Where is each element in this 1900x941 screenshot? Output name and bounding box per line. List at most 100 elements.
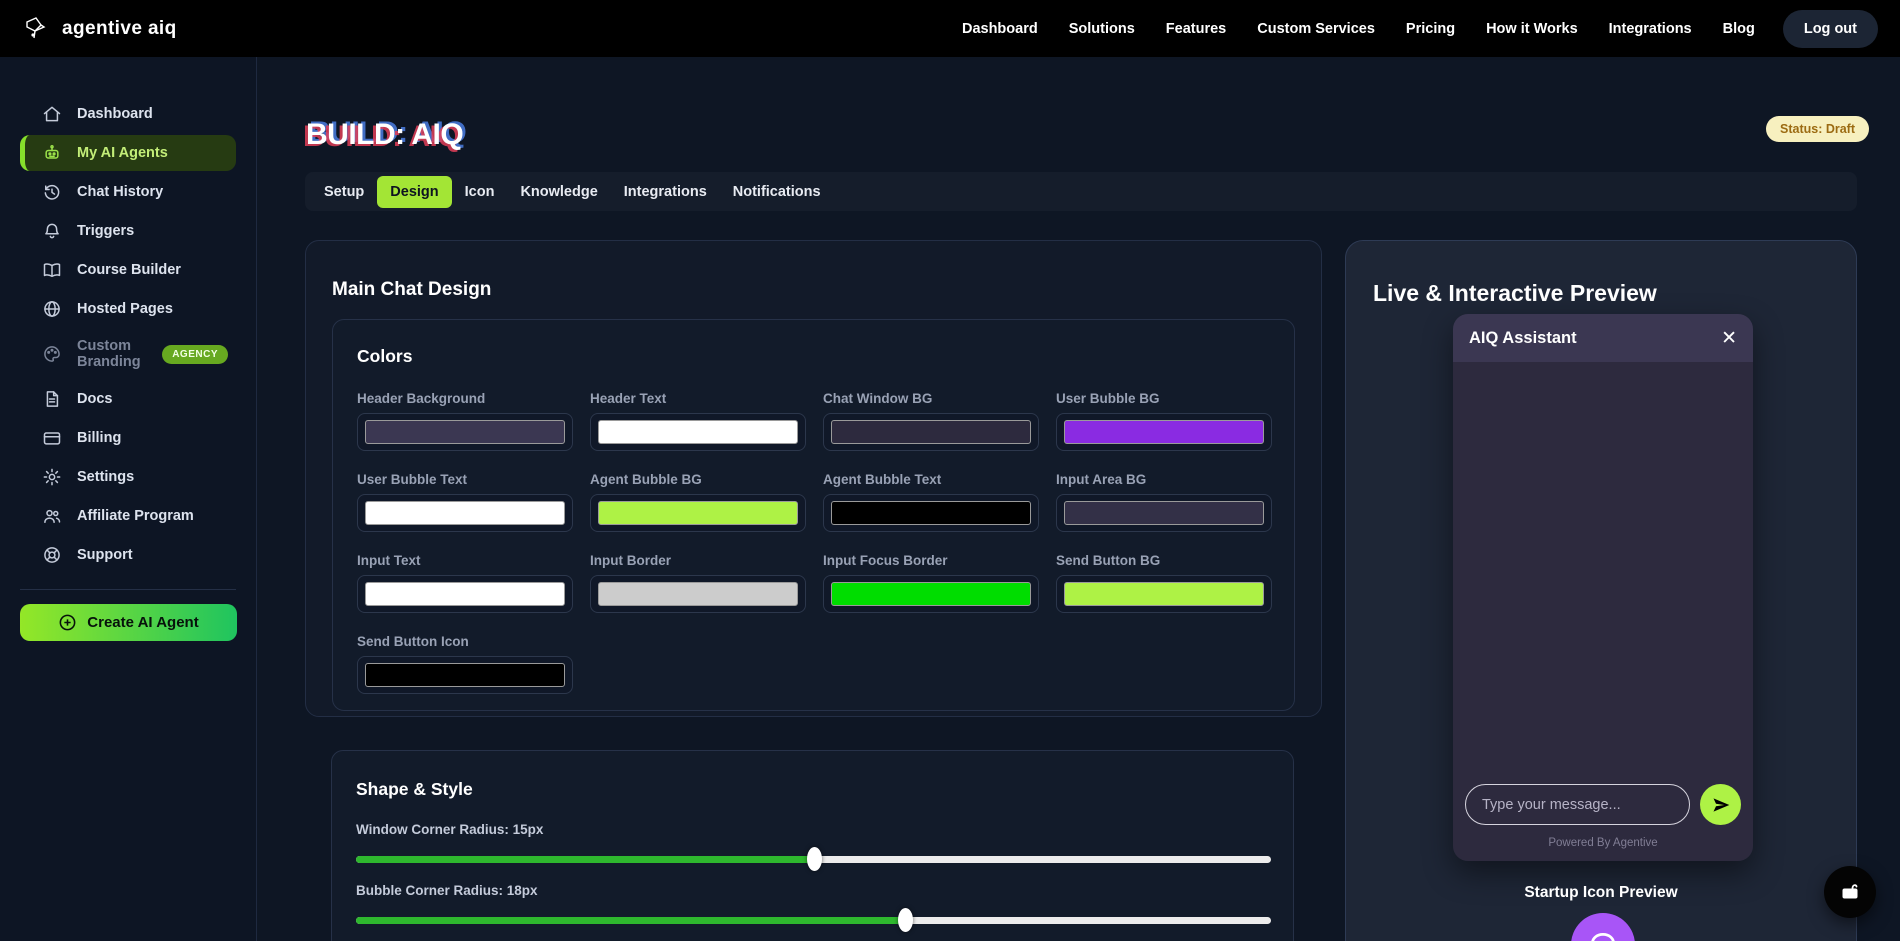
color-swatch bbox=[365, 420, 565, 444]
color-swatch bbox=[831, 420, 1031, 444]
topnav-link[interactable]: Dashboard bbox=[962, 21, 1038, 37]
sidebar-item-settings[interactable]: Settings bbox=[20, 459, 236, 495]
window-corner-radius-slider[interactable] bbox=[356, 847, 1271, 871]
color-picker-input[interactable] bbox=[357, 413, 573, 451]
color-field: Send Button BG bbox=[1056, 553, 1272, 613]
color-picker-input[interactable] bbox=[823, 413, 1039, 451]
history-icon bbox=[42, 182, 62, 202]
sidebar-item-label: Dashboard bbox=[77, 106, 153, 122]
users-icon bbox=[42, 506, 62, 526]
color-swatch bbox=[365, 501, 565, 525]
color-field: Send Button Icon bbox=[357, 634, 573, 694]
color-field: Input Text bbox=[357, 553, 573, 613]
sidebar-item-hosted-pages[interactable]: Hosted Pages bbox=[20, 291, 236, 327]
sidebar-item-course-builder[interactable]: Course Builder bbox=[20, 252, 236, 288]
slider-fill bbox=[356, 917, 905, 924]
color-field: Header Background bbox=[357, 391, 573, 451]
robot-icon bbox=[42, 143, 62, 163]
color-field: Agent Bubble Text bbox=[823, 472, 1039, 532]
topnav-link[interactable]: How it Works bbox=[1486, 21, 1578, 37]
sidebar-item-billing[interactable]: Billing bbox=[20, 420, 236, 456]
color-picker-input[interactable] bbox=[1056, 494, 1272, 532]
topnav-link[interactable]: Blog bbox=[1723, 21, 1755, 37]
topnav-link[interactable]: Pricing bbox=[1406, 21, 1455, 37]
sidebar-item-chat-history[interactable]: Chat History bbox=[20, 174, 236, 210]
color-picker-input[interactable] bbox=[823, 494, 1039, 532]
topnav-link[interactable]: Custom Services bbox=[1257, 21, 1375, 37]
sidebar-item-label: Hosted Pages bbox=[77, 301, 173, 317]
colors-section: Colors Header Background Header Text bbox=[332, 319, 1295, 711]
sidebar-item-dashboard[interactable]: Dashboard bbox=[20, 96, 236, 132]
color-swatch bbox=[598, 420, 798, 444]
color-grid: Header Background Header Text Ch bbox=[357, 391, 1270, 694]
tab[interactable]: Design bbox=[377, 176, 451, 208]
home-icon bbox=[42, 104, 62, 124]
color-field: User Bubble BG bbox=[1056, 391, 1272, 451]
sidebar-item-my-ai-agents[interactable]: My AI Agents bbox=[20, 135, 236, 171]
logout-button[interactable]: Log out bbox=[1783, 10, 1878, 48]
topnav-link[interactable]: Solutions bbox=[1069, 21, 1135, 37]
color-picker-input[interactable] bbox=[823, 575, 1039, 613]
create-ai-agent-label: Create AI Agent bbox=[87, 614, 198, 631]
tab[interactable]: Knowledge bbox=[507, 176, 610, 208]
color-swatch bbox=[365, 663, 565, 687]
close-icon[interactable]: ✕ bbox=[1721, 329, 1737, 348]
color-field-label: Chat Window BG bbox=[823, 391, 1039, 406]
color-field: Header Text bbox=[590, 391, 806, 451]
color-swatch bbox=[365, 582, 565, 606]
live-preview-panel: Live & Interactive Preview AIQ Assistant… bbox=[1345, 240, 1857, 941]
sidebar-item-docs[interactable]: Docs bbox=[20, 381, 236, 417]
sidebar-item-support[interactable]: Support bbox=[20, 537, 236, 573]
chat-message-input[interactable] bbox=[1465, 784, 1690, 825]
color-field: Input Border bbox=[590, 553, 806, 613]
color-field: Chat Window BG bbox=[823, 391, 1039, 451]
tab-bar: Setup Design Icon Knowledge Integrations… bbox=[305, 172, 1857, 211]
chat-preview-widget: AIQ Assistant ✕ Powered By Agentive bbox=[1453, 314, 1753, 861]
color-swatch bbox=[598, 501, 798, 525]
paper-plane-icon bbox=[1711, 795, 1731, 815]
plus-circle-icon bbox=[58, 613, 77, 632]
powered-by-label: Powered By Agentive bbox=[1453, 837, 1753, 849]
color-field-label: User Bubble BG bbox=[1056, 391, 1272, 406]
color-field-label: Header Background bbox=[357, 391, 573, 406]
sidebar-item-triggers[interactable]: Triggers bbox=[20, 213, 236, 249]
chat-preview-body: Powered By Agentive bbox=[1453, 362, 1753, 861]
globe-icon bbox=[42, 299, 62, 319]
bubble-corner-radius-slider[interactable] bbox=[356, 908, 1271, 932]
tab[interactable]: Icon bbox=[452, 176, 508, 208]
color-picker-input[interactable] bbox=[1056, 413, 1272, 451]
credit-card-icon bbox=[42, 428, 62, 448]
slider-thumb[interactable] bbox=[898, 908, 913, 932]
chat-launcher-button[interactable] bbox=[1824, 866, 1876, 918]
color-picker-input[interactable] bbox=[590, 575, 806, 613]
tab[interactable]: Integrations bbox=[611, 176, 720, 208]
slider-thumb[interactable] bbox=[807, 847, 822, 871]
topnav-link[interactable]: Integrations bbox=[1609, 21, 1692, 37]
main-chat-design-title: Main Chat Design bbox=[332, 279, 491, 301]
color-field-label: Agent Bubble Text bbox=[823, 472, 1039, 487]
sidebar-item-affiliate-program[interactable]: Affiliate Program bbox=[20, 498, 236, 534]
tab[interactable]: Setup bbox=[311, 176, 377, 208]
color-picker-input[interactable] bbox=[590, 494, 806, 532]
shape-style-section: Shape & Style Window Corner Radius: 15px… bbox=[331, 750, 1294, 941]
color-picker-input[interactable] bbox=[1056, 575, 1272, 613]
colors-title: Colors bbox=[357, 346, 1270, 367]
color-picker-input[interactable] bbox=[357, 656, 573, 694]
book-icon bbox=[42, 260, 62, 280]
brand[interactable]: agentive aiq bbox=[22, 15, 177, 43]
send-button[interactable] bbox=[1700, 784, 1741, 825]
startup-icon-preview[interactable] bbox=[1571, 913, 1635, 941]
tab[interactable]: Notifications bbox=[720, 176, 834, 208]
topnav-link[interactable]: Features bbox=[1166, 21, 1226, 37]
color-picker-input[interactable] bbox=[590, 413, 806, 451]
color-picker-input[interactable] bbox=[357, 494, 573, 532]
chat-preview-title: AIQ Assistant bbox=[1469, 329, 1577, 348]
bell-icon bbox=[42, 221, 62, 241]
sidebar-item-custom-branding[interactable]: Custom Branding AGENCY bbox=[20, 330, 236, 378]
topnav-links: Dashboard Solutions Features Custom Serv… bbox=[962, 21, 1755, 37]
status-badge: Status: Draft bbox=[1766, 116, 1869, 142]
color-picker-input[interactable] bbox=[357, 575, 573, 613]
create-ai-agent-button[interactable]: Create AI Agent bbox=[20, 604, 237, 641]
sidebar-item-label: My AI Agents bbox=[77, 145, 168, 161]
agency-badge: AGENCY bbox=[162, 345, 228, 364]
